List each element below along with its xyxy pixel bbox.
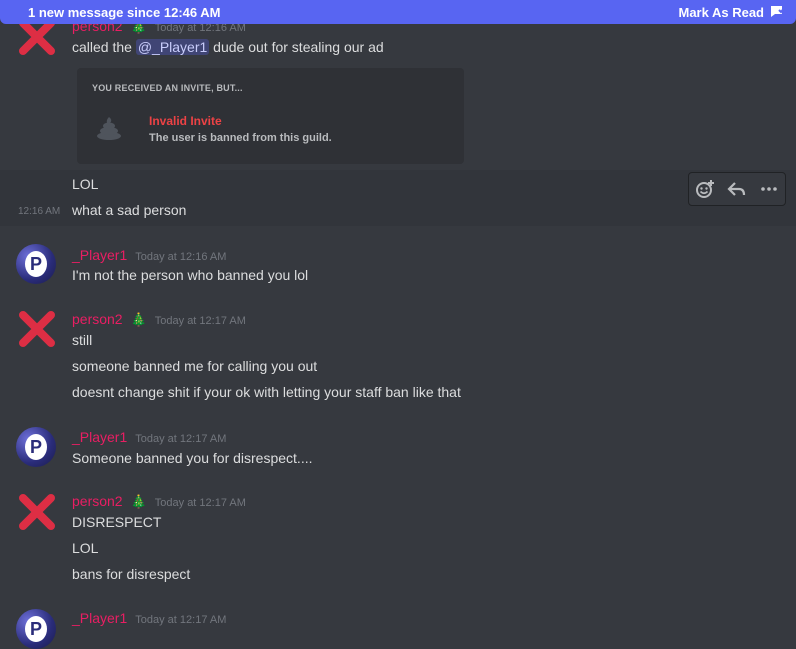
- more-icon[interactable]: [757, 177, 781, 201]
- message-text: still: [72, 332, 93, 348]
- poop-icon: [97, 117, 121, 140]
- christmas-tree-icon: 🎄: [130, 312, 147, 327]
- message-text: doesnt change shit if your ok with letti…: [72, 384, 461, 400]
- reply-icon[interactable]: [725, 177, 749, 201]
- mark-as-read-button[interactable]: Mark As Read: [679, 5, 787, 20]
- timestamp: Today at 12:17 AM: [154, 315, 246, 327]
- username[interactable]: person2: [72, 493, 123, 509]
- message-text: what a sad person: [72, 202, 187, 218]
- christmas-tree-icon: 🎄: [130, 494, 147, 509]
- invite-title: YOU RECEIVED AN INVITE, BUT...: [92, 83, 243, 93]
- mark-read-icon: [771, 6, 786, 17]
- timestamp: Today at 12:17 AM: [135, 614, 227, 626]
- message-text: LOL: [72, 176, 99, 192]
- new-messages-banner[interactable]: 1 new message since 12:46 AM Mark As Rea…: [0, 0, 796, 24]
- message-text: bans for disrespect: [72, 566, 191, 582]
- timestamp: Today at 12:17 AM: [135, 433, 227, 445]
- message-text: I'm not the person who banned you lol: [72, 267, 309, 283]
- timestamp: Today at 12:17 AM: [154, 497, 246, 509]
- message-text: DISRESPECT: [72, 514, 162, 530]
- invite-status: Invalid Invite: [149, 114, 222, 128]
- message-toolbar: [688, 172, 786, 206]
- player1-avatar[interactable]: P: [16, 244, 56, 284]
- red-x-avatar[interactable]: [17, 309, 57, 349]
- message-text: LOL: [72, 540, 99, 556]
- mark-as-read-label: Mark As Read: [678, 4, 765, 20]
- message-text: called the @_Player1 dude out for steali…: [72, 39, 384, 55]
- red-x-avatar[interactable]: [17, 492, 57, 532]
- invite-embed: YOU RECEIVED AN INVITE, BUT... Invalid I…: [77, 68, 464, 164]
- inline-timestamp: 12:16 AM: [18, 206, 61, 217]
- add-reaction-icon[interactable]: [693, 177, 717, 201]
- username[interactable]: _Player1: [72, 247, 127, 263]
- timestamp: Today at 12:16 AM: [135, 251, 227, 263]
- username[interactable]: _Player1: [72, 610, 127, 626]
- message-text: someone banned me for calling you out: [72, 358, 318, 374]
- invite-detail: The user is banned from this guild.: [149, 132, 332, 144]
- username[interactable]: person2: [72, 311, 123, 327]
- user-mention[interactable]: @_Player1: [135, 39, 210, 55]
- player1-avatar[interactable]: P: [16, 427, 56, 467]
- username[interactable]: _Player1: [72, 429, 127, 445]
- player1-avatar[interactable]: P: [16, 609, 56, 649]
- chat-log: person2 🎄 Today at 12:16 AM called the @…: [0, 0, 796, 649]
- message-text: Someone banned you for disrespect....: [72, 450, 313, 466]
- new-messages-text: 1 new message since 12:46 AM: [28, 4, 221, 20]
